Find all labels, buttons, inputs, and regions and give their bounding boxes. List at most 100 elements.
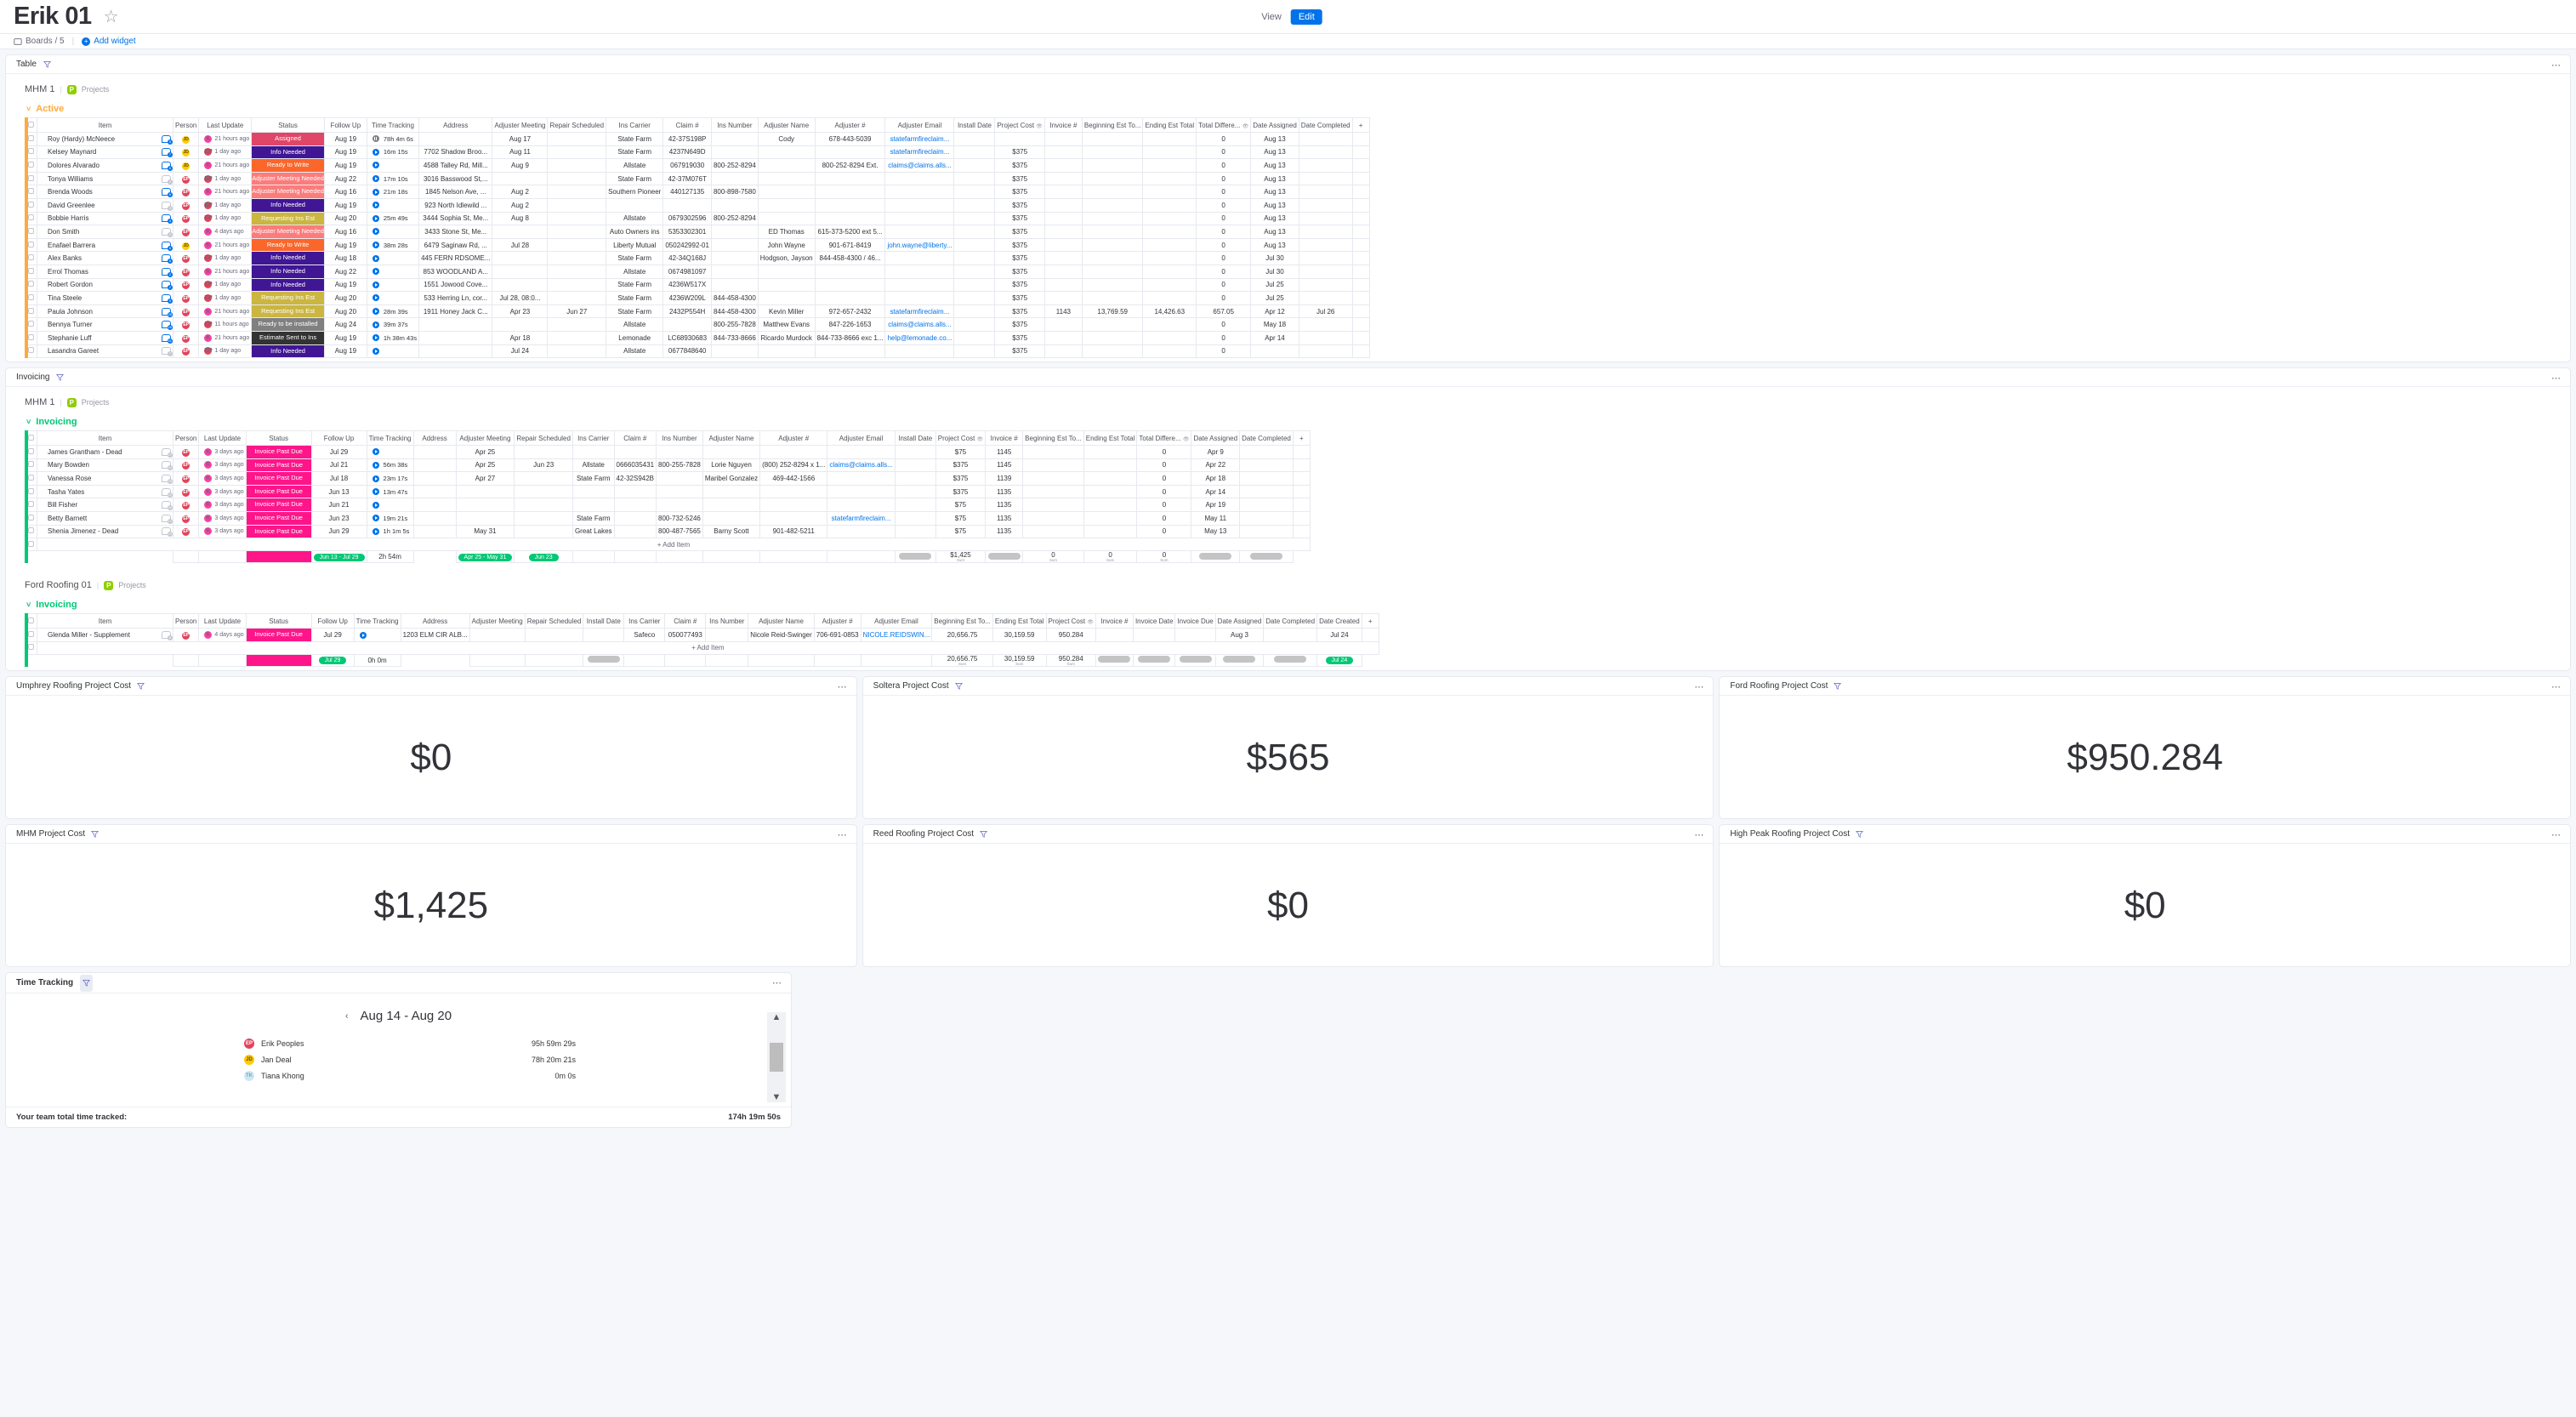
follow-up-cell[interactable]: Aug 16 bbox=[323, 225, 367, 239]
date-assigned-cell[interactable] bbox=[1250, 344, 1299, 359]
date-completed-cell[interactable]: Jul 26 bbox=[1298, 304, 1353, 319]
install-date-cell[interactable] bbox=[953, 264, 996, 279]
date-assigned-cell[interactable]: Jul 30 bbox=[1250, 251, 1299, 265]
date-completed-cell[interactable] bbox=[1239, 458, 1294, 473]
item-cell[interactable]: Mary Bowden 24 bbox=[37, 458, 173, 473]
adjuster-meeting-cell[interactable]: Aug 2 bbox=[492, 197, 549, 213]
adjuster-number-cell[interactable]: 901-482-5211 bbox=[759, 524, 828, 539]
avatar[interactable]: K bbox=[204, 487, 213, 496]
table-row[interactable]: Vanessa Rose 23 EP K 3 days ago Invoice Past … bbox=[25, 471, 1311, 486]
claim-number-cell[interactable]: 42-37S198P bbox=[662, 132, 712, 146]
column-header[interactable]: Ending Est Total bbox=[992, 613, 1047, 629]
ending-est-cell[interactable] bbox=[1142, 330, 1197, 345]
date-completed-cell[interactable] bbox=[1298, 225, 1353, 239]
adjuster-number-cell[interactable] bbox=[814, 211, 886, 226]
date-completed-cell[interactable] bbox=[1298, 145, 1353, 160]
follow-up-cell[interactable]: Aug 19 bbox=[323, 344, 367, 359]
total-difference-cell[interactable]: 0 bbox=[1196, 158, 1252, 173]
claim-number-cell[interactable]: 42-37M076T bbox=[662, 171, 712, 186]
last-update-cell[interactable]: K3 days ago bbox=[198, 458, 247, 473]
play-icon[interactable] bbox=[372, 461, 379, 469]
item-cell[interactable]: Errol Thomas 2 bbox=[37, 264, 173, 279]
total-difference-cell[interactable]: 0 bbox=[1136, 471, 1192, 486]
beginning-est-cell[interactable] bbox=[1022, 471, 1084, 486]
play-icon[interactable] bbox=[372, 162, 379, 169]
column-header[interactable]: Item bbox=[37, 430, 173, 447]
adjuster-meeting-cell[interactable] bbox=[492, 317, 549, 332]
ending-est-cell[interactable] bbox=[1142, 317, 1197, 332]
avatar[interactable]: K bbox=[204, 461, 213, 469]
item-cell[interactable]: Bennya Turner 26 bbox=[37, 317, 173, 332]
column-header[interactable]: Install Date bbox=[953, 117, 996, 133]
repair-scheduled-cell[interactable] bbox=[547, 145, 607, 160]
adjuster-number-cell[interactable] bbox=[814, 344, 886, 359]
filter-funnel-icon[interactable] bbox=[91, 830, 100, 839]
beginning-est-cell[interactable]: 20,656.75 bbox=[931, 628, 993, 643]
ins-number-cell[interactable]: 800-255-7828 bbox=[710, 317, 759, 332]
last-update-cell[interactable]: K3 days ago bbox=[198, 524, 247, 539]
column-header[interactable]: Adjuster Email bbox=[827, 430, 896, 447]
avatar[interactable]: JD bbox=[182, 135, 190, 144]
status-cell[interactable]: Invoice Past Due bbox=[245, 511, 312, 526]
ins-carrier-cell[interactable]: Allstate bbox=[606, 344, 664, 359]
claim-number-cell[interactable]: 4237N649D bbox=[662, 145, 712, 160]
time-tracking-cell[interactable]: 56m 38s bbox=[366, 458, 414, 473]
status-cell[interactable]: Info Needed bbox=[251, 145, 325, 160]
column-header[interactable]: Status bbox=[245, 430, 312, 447]
adjuster-email-cell[interactable] bbox=[884, 171, 955, 186]
avatar[interactable]: JD bbox=[182, 149, 190, 157]
adjuster-number-cell[interactable]: 847-226-1653 bbox=[814, 317, 886, 332]
date-assigned-cell[interactable]: Aug 13 bbox=[1250, 185, 1299, 199]
group-title-ford-invoicing[interactable]: ˅ Invoicing bbox=[25, 598, 2570, 613]
date-completed-cell[interactable] bbox=[1298, 291, 1353, 305]
add-item-row[interactable]: + Add Item bbox=[25, 641, 1379, 655]
adjuster-email-cell[interactable] bbox=[884, 344, 955, 359]
person-cell[interactable]: EP bbox=[172, 264, 200, 279]
adjuster-number-cell[interactable] bbox=[759, 511, 828, 526]
status-cell[interactable]: Requesting Ins Est bbox=[251, 291, 325, 305]
address-cell[interactable] bbox=[412, 445, 457, 459]
board-name[interactable]: Ford Roofing 01 bbox=[25, 580, 92, 590]
column-header[interactable]: Beginning Est To... bbox=[1081, 117, 1144, 133]
address-cell[interactable]: 1203 ELM CIR ALB... bbox=[400, 628, 470, 643]
email-link[interactable]: statefarmfireclaim... bbox=[890, 308, 950, 316]
chevron-down-icon[interactable]: ˅ bbox=[26, 105, 31, 113]
last-update-cell[interactable]: EP 1 day ago bbox=[198, 145, 253, 160]
ins-number-cell[interactable]: 844-733-8666 bbox=[710, 330, 759, 345]
date-completed-cell[interactable] bbox=[1239, 484, 1294, 499]
adjuster-email-cell[interactable] bbox=[827, 445, 896, 459]
repair-scheduled-cell[interactable] bbox=[547, 264, 607, 279]
invoice-number-cell[interactable] bbox=[1043, 264, 1083, 279]
status-badge[interactable]: Invoice Past Due bbox=[247, 526, 311, 538]
table-row[interactable]: Bennya Turner 26 EP EP 11 hours ago Ready to … bbox=[25, 317, 1370, 332]
play-icon[interactable] bbox=[372, 175, 379, 183]
last-update-cell[interactable]: K3 days ago bbox=[198, 484, 247, 499]
status-badge[interactable]: Info Needed bbox=[252, 265, 324, 278]
ins-carrier-cell[interactable]: State Farm bbox=[606, 145, 664, 160]
ending-est-cell[interactable] bbox=[1142, 277, 1197, 293]
avatar[interactable]: EP bbox=[182, 202, 190, 210]
ins-carrier-cell[interactable] bbox=[571, 445, 615, 459]
invoice-number-cell[interactable] bbox=[1043, 211, 1083, 226]
project-cost-cell[interactable]: $375 bbox=[935, 471, 987, 486]
ins-carrier-cell[interactable]: Safeco bbox=[623, 628, 666, 643]
avatar[interactable]: EP bbox=[182, 488, 190, 497]
invoice-number-cell[interactable] bbox=[1043, 237, 1083, 253]
project-cost-cell[interactable]: $75 bbox=[935, 511, 987, 526]
add-column-button[interactable]: + bbox=[1292, 430, 1311, 447]
project-cost-cell[interactable]: $375 bbox=[994, 171, 1045, 186]
adjuster-name-cell[interactable]: Hodgson, Jayson bbox=[757, 251, 816, 265]
claim-number-cell[interactable]: 2432P554H bbox=[662, 304, 712, 319]
column-header[interactable]: Adjuster # bbox=[759, 430, 828, 447]
claim-number-cell[interactable]: 067919030 bbox=[662, 158, 712, 173]
avatar[interactable]: EP bbox=[182, 255, 190, 264]
item-cell[interactable]: Tonya Williams 2 bbox=[37, 171, 173, 186]
address-cell[interactable]: 853 WOODLAND A... bbox=[418, 264, 493, 279]
date-assigned-cell[interactable]: Aug 13 bbox=[1250, 211, 1299, 226]
person-cell[interactable]: EP bbox=[172, 291, 200, 305]
person-cell[interactable]: JD bbox=[172, 237, 200, 253]
adjuster-name-cell[interactable] bbox=[702, 484, 761, 499]
last-update-cell[interactable]: K 21 hours ago bbox=[198, 132, 253, 146]
updates-bubble-icon[interactable]: 26 bbox=[162, 321, 173, 331]
install-date-cell[interactable] bbox=[953, 304, 996, 319]
